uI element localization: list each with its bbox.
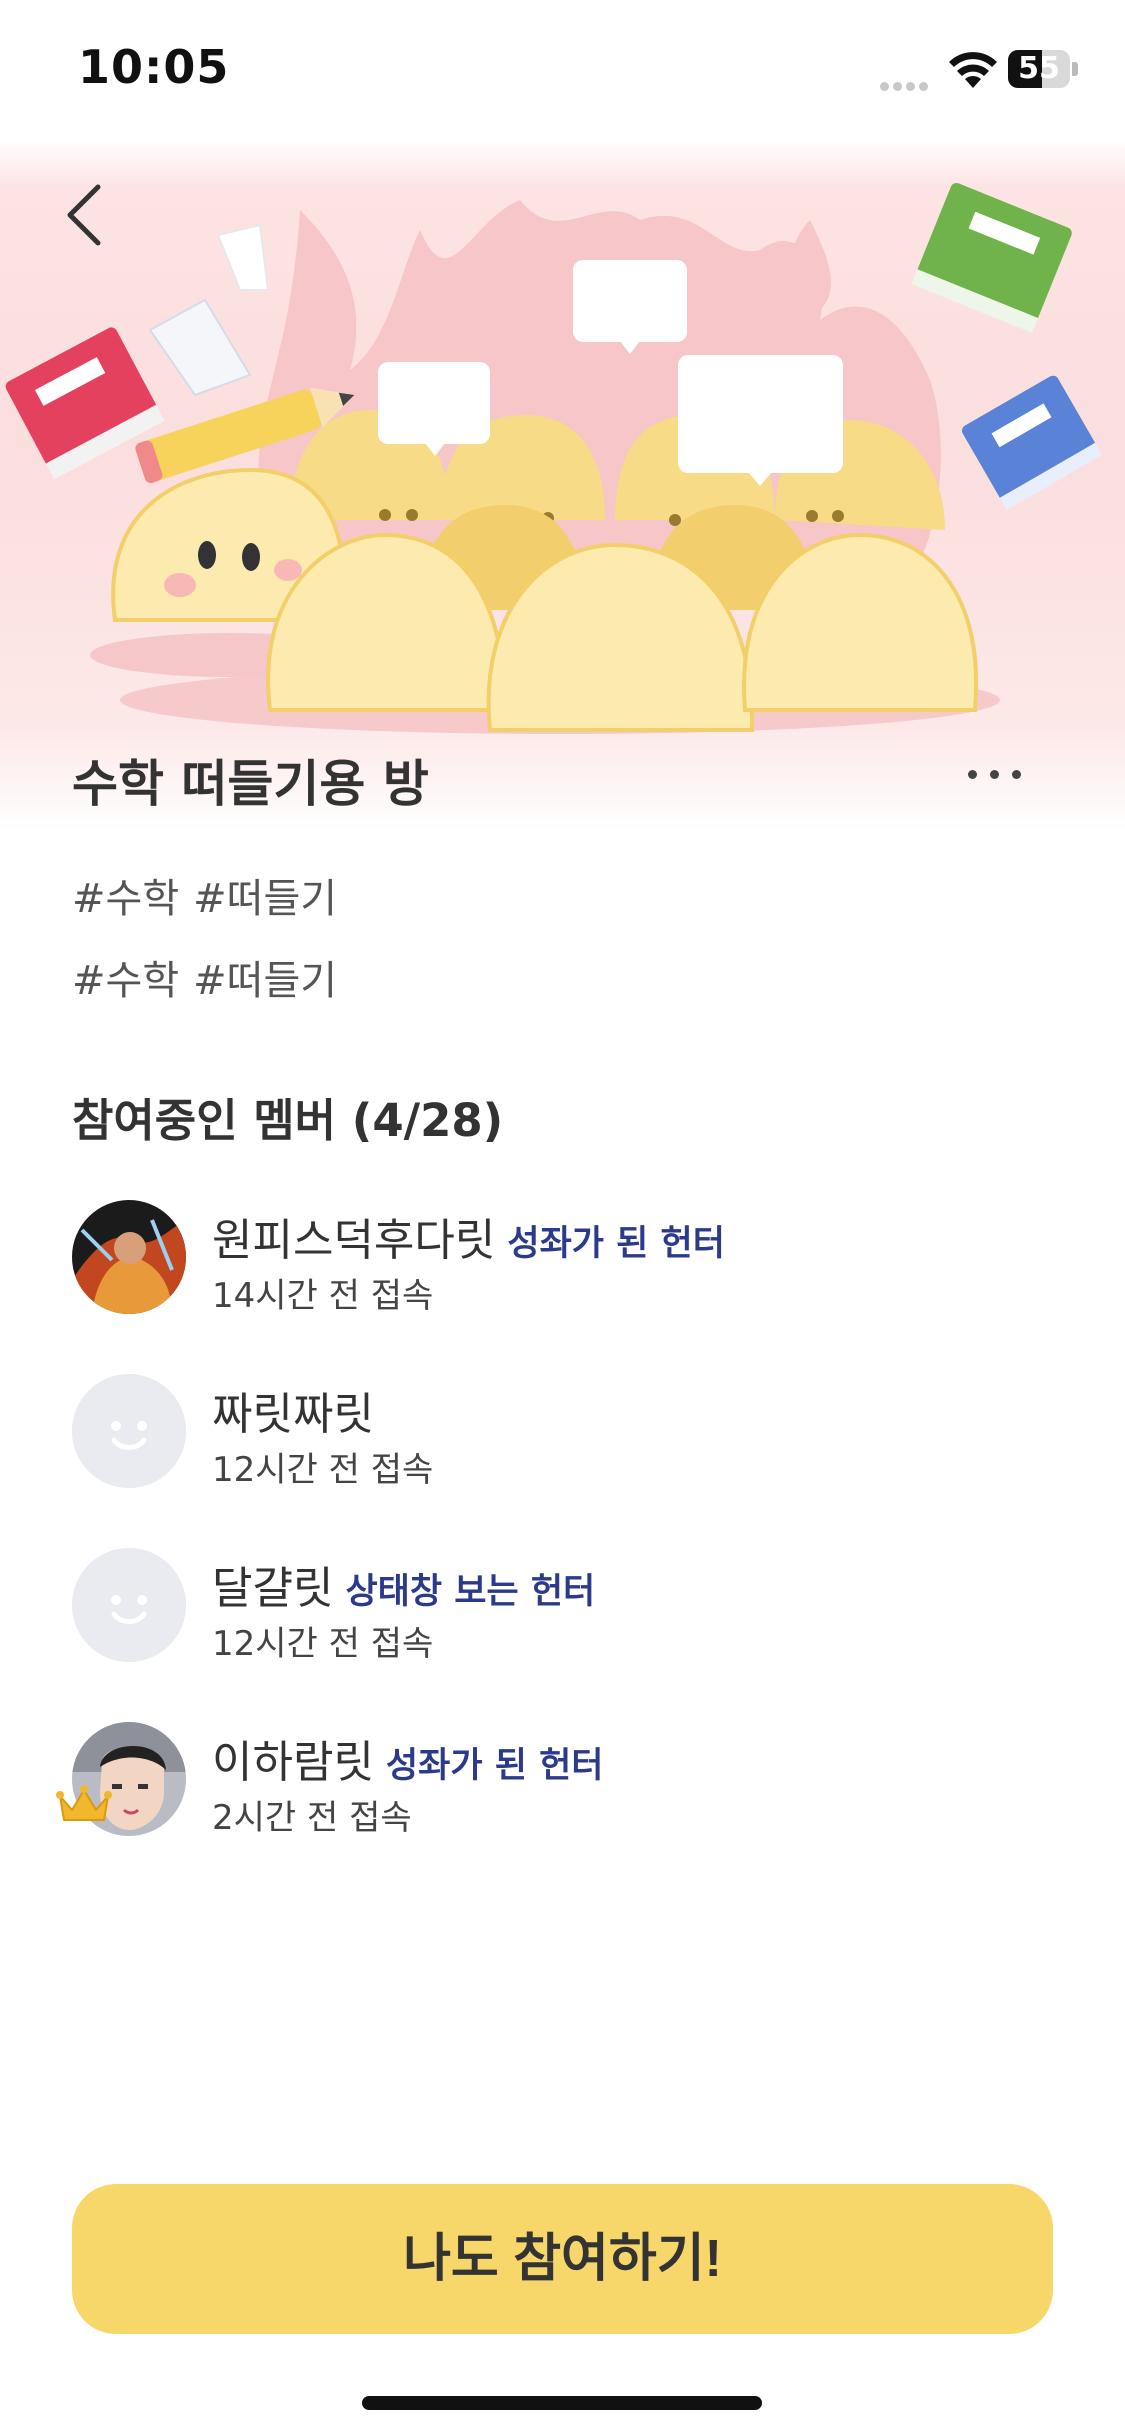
status-bar: 10:05 55	[0, 0, 1125, 140]
battery-level-label: 55	[1018, 51, 1060, 86]
wifi-icon	[949, 52, 997, 88]
member-last-seen: 12시간 전 접속	[212, 1450, 434, 1490]
members-heading-label: 참여중인 멤버	[72, 1094, 337, 1147]
home-indicator	[362, 2396, 762, 2410]
members-count: (4/28)	[351, 1094, 504, 1147]
join-room-button-label: 나도 참여하기!	[403, 2230, 722, 2288]
member-name: 이하람릿	[212, 1737, 374, 1788]
back-chevron-icon[interactable]	[52, 175, 116, 255]
member-last-seen: 14시간 전 접속	[212, 1276, 434, 1316]
member-list-item[interactable]: 달걀릿 상태창 보는 헌터 12시간 전 접속	[72, 1548, 1052, 1664]
cellular-signal-icon	[880, 76, 934, 91]
tag-line: #수학 #떠들기	[72, 866, 351, 924]
hashtag: #떠들기	[193, 958, 338, 1004]
crown-icon	[56, 1785, 112, 1821]
join-room-button[interactable]: 나도 참여하기!	[72, 2184, 1053, 2334]
status-time: 10:05	[78, 40, 230, 94]
room-hero-illustration	[0, 140, 1125, 830]
room-title: 수학 떠들기용 방	[72, 755, 429, 813]
battery-icon: 55	[1008, 50, 1078, 88]
hashtag: #수학	[72, 876, 180, 922]
member-last-seen: 2시간 전 접속	[212, 1798, 412, 1838]
hashtag: #수학	[72, 958, 180, 1004]
member-name: 달걀릿	[212, 1563, 334, 1614]
default-face-icon	[72, 1374, 186, 1488]
tag-line: #수학 #떠들기	[72, 948, 351, 1006]
member-list-item[interactable]: 짜릿짜릿 12시간 전 접속	[72, 1374, 1052, 1490]
member-last-seen: 12시간 전 접속	[212, 1624, 434, 1664]
member-name: 짜릿짜릿	[212, 1389, 374, 1440]
room-detail-screen: 10:05 55 수학 떠들기용 방 #수학 #떠들기 #수학 #떠들기 참여중…	[0, 0, 1125, 2436]
members-heading: 참여중인 멤버 (4/28)	[72, 1084, 503, 1149]
default-face-icon	[72, 1548, 186, 1662]
member-list-item[interactable]: 이하람릿 성좌가 된 헌터 2시간 전 접속	[56, 1722, 1052, 1838]
member-list-item[interactable]: 원피스덕후다릿 성좌가 된 헌터 14시간 전 접속	[72, 1200, 1052, 1316]
member-hunter-title: 상태창 보는 헌터	[345, 1572, 596, 1612]
hero-art	[5, 182, 1103, 734]
member-hunter-title: 성좌가 된 헌터	[385, 1746, 604, 1786]
more-options-icon[interactable]	[960, 748, 1030, 798]
member-hunter-title: 성좌가 된 헌터	[507, 1224, 725, 1264]
hashtag: #떠들기	[193, 876, 338, 922]
member-avatar	[72, 1200, 186, 1314]
member-name: 원피스덕후다릿	[212, 1215, 496, 1266]
